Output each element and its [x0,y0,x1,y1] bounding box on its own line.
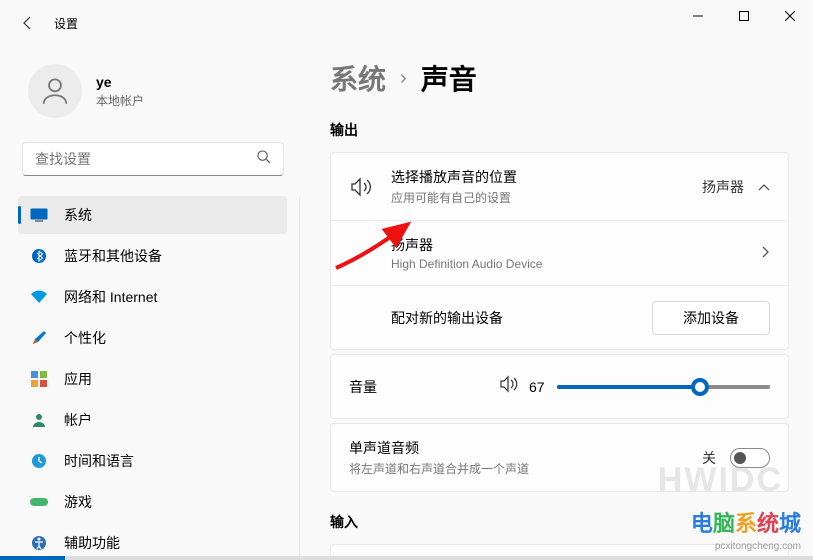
search-icon [256,149,271,169]
output-section-label: 输出 [330,120,789,140]
sidebar-item-label: 网络和 Internet [64,287,157,307]
volume-label: 音量 [349,377,499,397]
window-title: 设置 [54,15,78,32]
volume-slider[interactable] [557,385,770,389]
sidebar-item-accessibility[interactable]: 辅助功能 [18,524,287,560]
volume-value: 67 [529,379,545,395]
accessibility-icon [30,534,48,552]
gaming-icon [30,493,48,511]
maximize-button[interactable] [721,0,767,32]
breadcrumb: 系统 › 声音 [330,58,789,98]
row-title: 扬声器 [391,235,762,255]
sidebar-item-label: 应用 [64,369,92,389]
breadcrumb-parent[interactable]: 系统 [330,58,386,98]
pair-device-row: 配对新的输出设备 添加设备 [331,285,788,349]
user-subtitle: 本地帐户 [96,92,144,109]
sidebar-item-label: 系统 [64,205,92,225]
wifi-icon [30,288,48,306]
sidebar-item-label: 蓝牙和其他设备 [64,246,162,266]
clock-icon [30,452,48,470]
row-subtitle: 将左声道和右声道合并成一个声道 [349,460,702,477]
output-device-row[interactable]: 扬声器 High Definition Audio Device [331,220,788,285]
breadcrumb-current: 声音 [421,58,477,98]
minimize-button[interactable] [675,0,721,32]
sidebar-item-network[interactable]: 网络和 Internet [18,278,287,316]
apps-icon [30,370,48,388]
speaker-icon [349,177,373,197]
sidebar-item-bluetooth[interactable]: 蓝牙和其他设备 [18,237,287,275]
row-subtitle: High Definition Audio Device [391,257,762,271]
close-button[interactable] [767,0,813,32]
avatar [28,64,82,118]
watermark: 电脑系统城 [691,506,801,538]
chevron-right-icon: › [400,67,407,90]
chevron-right-icon [762,245,770,261]
sidebar-item-personalization[interactable]: 个性化 [18,319,287,357]
bluetooth-icon [30,247,48,265]
chevron-up-icon [758,179,770,195]
row-title: 单声道音频 [349,438,702,458]
output-device-value: 扬声器 [702,177,744,197]
sidebar-item-apps[interactable]: 应用 [18,360,287,398]
sidebar-item-label: 辅助功能 [64,533,120,553]
sidebar-item-system[interactable]: 系统 [18,196,287,234]
sidebar-item-label: 游戏 [64,492,92,512]
system-icon [30,206,48,224]
sidebar-item-label: 个性化 [64,328,106,348]
sidebar-item-time-language[interactable]: 时间和语言 [18,442,287,480]
sidebar-item-accounts[interactable]: 帐户 [18,401,287,439]
sidebar-item-label: 时间和语言 [64,451,134,471]
sidebar-item-label: 帐户 [64,410,92,430]
search-input[interactable] [35,151,256,167]
brush-icon [30,329,48,347]
sidebar-item-gaming[interactable]: 游戏 [18,483,287,521]
output-select-row[interactable]: 选择播放声音的位置 应用可能有自己的设置 扬声器 [331,153,788,220]
search-box[interactable] [22,142,284,176]
add-device-button[interactable]: 添加设备 [652,301,770,335]
row-subtitle: 应用可能有自己的设置 [391,189,702,206]
user-name: ye [96,74,144,90]
row-title: 选择播放声音的位置 [391,167,702,187]
watermark: HWIDC [658,461,783,500]
volume-row: 音量 67 [330,354,789,419]
back-button[interactable] [8,3,48,43]
watermark: pcxitongcheng.com [715,541,801,552]
account-icon [30,411,48,429]
volume-icon[interactable] [499,375,519,398]
user-profile[interactable]: ye 本地帐户 [18,58,288,138]
row-title: 配对新的输出设备 [391,308,652,328]
